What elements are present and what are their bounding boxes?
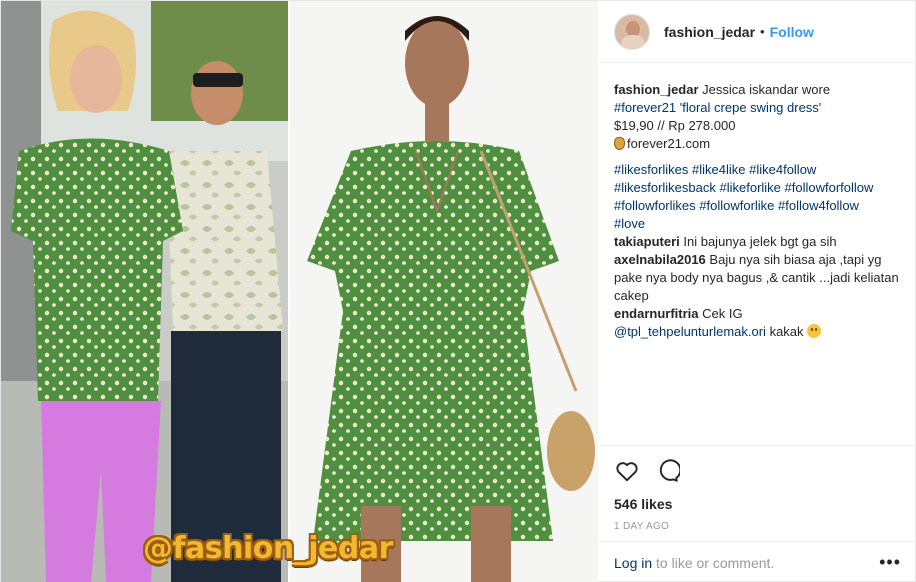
comment-mention[interactable]: @tpl_tehpelunturlemak.ori [614,324,766,339]
comment-username[interactable]: takiaputeri [614,234,680,249]
hashtags-line2[interactable]: #likesforlikesback #likeforlike #followf… [614,180,873,195]
photo-illustration [1,1,598,582]
post-header: fashion_jedar • Follow [599,1,916,63]
action-icons [614,456,901,486]
caption: fashion_jedar Jessica iskandar wore [614,81,904,99]
watermark-text: @fashion_jedar [143,531,393,566]
avatar[interactable] [614,13,650,50]
comment-username[interactable]: axelnabila2016 [614,252,706,267]
login-prompt: to like or comment. [656,554,775,571]
money-bag-icon [614,137,625,150]
comments-list: fashion_jedar Jessica iskandar wore #for… [614,81,904,341]
comment-item: endarnurfitria Cek IG [614,305,904,323]
post-side-panel: fashion_jedar • Follow fashion_jedar Jes… [599,1,916,582]
post-photo[interactable]: @fashion_jedar [1,1,598,582]
smile-emoji-icon [807,324,822,338]
comment-username[interactable]: endarnurfitria [614,306,699,321]
caption-line1: Jessica iskandar wore [702,82,831,97]
caption-line2[interactable]: #forever21 'floral crepe swing dress' [614,100,821,115]
hashtags-line3[interactable]: #followforlikes #followforlike #follow4f… [614,198,859,213]
hashtags-line1[interactable]: #likesforlikes #like4like #like4follow [614,162,816,177]
comment-tail: kakak [769,324,804,339]
instagram-post: @fashion_jedar fashion_jedar • Follow fa… [0,0,916,582]
comment-icon[interactable] [654,458,680,484]
caption-username[interactable]: fashion_jedar [614,82,699,97]
avatar-body [621,34,645,49]
post-timestamp[interactable]: 1 DAY AGO [614,521,901,532]
heart-icon[interactable] [614,458,640,484]
comment-item: axelnabila2016 Baju nya sih biasa aja ,t… [614,251,904,305]
comment-text: Ini bajunya jelek bgt ga sih [683,234,837,249]
follow-button[interactable]: Follow [770,24,814,40]
comment-mention-line: @tpl_tehpelunturlemak.ori kakak [614,323,904,341]
header-username[interactable]: fashion_jedar [664,24,755,40]
comment-text: Cek IG [702,306,743,321]
likes-count[interactable]: 546 likes [614,496,901,512]
login-link[interactable]: Log in [614,555,652,571]
more-options-icon[interactable]: ••• [879,552,901,573]
hashtags-line4[interactable]: #love [614,216,645,231]
caption-price: $19,90 // Rp 278.000 [614,118,736,133]
action-section: 546 likes 1 DAY AGO [599,445,916,532]
comment-item: takiaputeri Ini bajunya jelek bgt ga sih [614,233,904,251]
separator-dot: • [760,24,765,39]
caption-website: forever21.com [627,136,711,151]
login-footer: Log in to like or comment. ••• [599,541,916,582]
